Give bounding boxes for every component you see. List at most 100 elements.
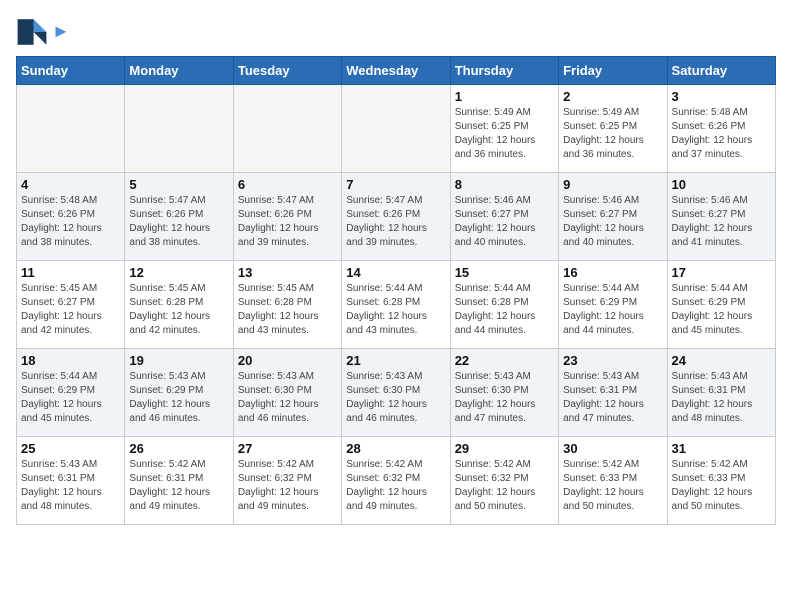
day-info: Sunrise: 5:44 AM Sunset: 6:28 PM Dayligh… bbox=[346, 282, 445, 338]
day-number: 10 bbox=[672, 177, 771, 192]
day-number: 2 bbox=[563, 89, 662, 104]
calendar-cell: 30 Sunrise: 5:42 AM Sunset: 6:33 PM Dayli… bbox=[559, 437, 667, 525]
day-info: Sunrise: 5:46 AM Sunset: 6:27 PM Dayligh… bbox=[563, 194, 662, 250]
day-number: 6 bbox=[238, 177, 337, 192]
logo-symbol: ► bbox=[52, 21, 70, 41]
day-info: Sunrise: 5:44 AM Sunset: 6:29 PM Dayligh… bbox=[563, 282, 662, 338]
day-number: 18 bbox=[21, 353, 120, 368]
calendar-cell: 28 Sunrise: 5:42 AM Sunset: 6:32 PM Dayli… bbox=[342, 437, 450, 525]
calendar-cell: 22 Sunrise: 5:43 AM Sunset: 6:30 PM Dayli… bbox=[450, 349, 558, 437]
day-number: 13 bbox=[238, 265, 337, 280]
calendar-cell: 18 Sunrise: 5:44 AM Sunset: 6:29 PM Dayli… bbox=[17, 349, 125, 437]
day-number: 17 bbox=[672, 265, 771, 280]
day-number: 30 bbox=[563, 441, 662, 456]
day-number: 23 bbox=[563, 353, 662, 368]
day-number: 12 bbox=[129, 265, 228, 280]
calendar-cell: 2 Sunrise: 5:49 AM Sunset: 6:25 PM Daylig… bbox=[559, 85, 667, 173]
day-number: 24 bbox=[672, 353, 771, 368]
calendar-cell: 21Sunrise: 5:43 AM Sunset: 6:30 PM Dayli… bbox=[342, 349, 450, 437]
day-info: Sunrise: 5:43 AM Sunset: 6:30 PM Dayligh… bbox=[455, 370, 554, 426]
day-info: Sunrise: 5:42 AM Sunset: 6:32 PM Dayligh… bbox=[238, 458, 337, 514]
calendar-cell: 19Sunrise: 5:43 AM Sunset: 6:29 PM Dayli… bbox=[125, 349, 233, 437]
day-number: 15 bbox=[455, 265, 554, 280]
day-info: Sunrise: 5:46 AM Sunset: 6:27 PM Dayligh… bbox=[672, 194, 771, 250]
day-number: 27 bbox=[238, 441, 337, 456]
day-info: Sunrise: 5:44 AM Sunset: 6:28 PM Dayligh… bbox=[455, 282, 554, 338]
calendar-cell: 16 Sunrise: 5:44 AM Sunset: 6:29 PM Dayli… bbox=[559, 261, 667, 349]
day-info: Sunrise: 5:42 AM Sunset: 6:32 PM Dayligh… bbox=[455, 458, 554, 514]
day-number: 8 bbox=[455, 177, 554, 192]
day-number: 3 bbox=[672, 89, 771, 104]
weekday-header-wednesday: Wednesday bbox=[342, 57, 450, 85]
day-info: Sunrise: 5:49 AM Sunset: 6:25 PM Dayligh… bbox=[455, 106, 554, 162]
logo-icon bbox=[16, 16, 48, 48]
calendar-cell: 11 Sunrise: 5:45 AM Sunset: 6:27 PM Dayli… bbox=[17, 261, 125, 349]
day-number: 20 bbox=[238, 353, 337, 368]
calendar-cell: 10 Sunrise: 5:46 AM Sunset: 6:27 PM Dayli… bbox=[667, 173, 775, 261]
day-number: 25 bbox=[21, 441, 120, 456]
day-info: Sunrise: 5:47 AM Sunset: 6:26 PM Dayligh… bbox=[346, 194, 445, 250]
calendar-week-row: 1 Sunrise: 5:49 AM Sunset: 6:25 PM Daylig… bbox=[17, 85, 776, 173]
day-number: 1 bbox=[455, 89, 554, 104]
day-number: 7 bbox=[346, 177, 445, 192]
calendar-cell: 14 Sunrise: 5:44 AM Sunset: 6:28 PM Dayli… bbox=[342, 261, 450, 349]
calendar-cell: 27 Sunrise: 5:42 AM Sunset: 6:32 PM Dayli… bbox=[233, 437, 341, 525]
calendar-week-row: 4Sunrise: 5:48 AM Sunset: 6:26 PM Daylig… bbox=[17, 173, 776, 261]
calendar-cell: 26Sunrise: 5:42 AM Sunset: 6:31 PM Dayli… bbox=[125, 437, 233, 525]
day-info: Sunrise: 5:42 AM Sunset: 6:33 PM Dayligh… bbox=[672, 458, 771, 514]
day-number: 4 bbox=[21, 177, 120, 192]
day-number: 16 bbox=[563, 265, 662, 280]
day-info: Sunrise: 5:44 AM Sunset: 6:29 PM Dayligh… bbox=[672, 282, 771, 338]
day-info: Sunrise: 5:45 AM Sunset: 6:28 PM Dayligh… bbox=[129, 282, 228, 338]
day-number: 26 bbox=[129, 441, 228, 456]
weekday-header-thursday: Thursday bbox=[450, 57, 558, 85]
calendar-cell: 7 Sunrise: 5:47 AM Sunset: 6:26 PM Daylig… bbox=[342, 173, 450, 261]
day-info: Sunrise: 5:43 AM Sunset: 6:31 PM Dayligh… bbox=[21, 458, 120, 514]
calendar-week-row: 18 Sunrise: 5:44 AM Sunset: 6:29 PM Dayli… bbox=[17, 349, 776, 437]
calendar-cell: 1 Sunrise: 5:49 AM Sunset: 6:25 PM Daylig… bbox=[450, 85, 558, 173]
calendar-cell bbox=[342, 85, 450, 173]
day-info: Sunrise: 5:46 AM Sunset: 6:27 PM Dayligh… bbox=[455, 194, 554, 250]
day-info: Sunrise: 5:45 AM Sunset: 6:27 PM Dayligh… bbox=[21, 282, 120, 338]
day-info: Sunrise: 5:47 AM Sunset: 6:26 PM Dayligh… bbox=[129, 194, 228, 250]
calendar-cell: 4Sunrise: 5:48 AM Sunset: 6:26 PM Daylig… bbox=[17, 173, 125, 261]
calendar-cell: 9 Sunrise: 5:46 AM Sunset: 6:27 PM Daylig… bbox=[559, 173, 667, 261]
day-info: Sunrise: 5:44 AM Sunset: 6:29 PM Dayligh… bbox=[21, 370, 120, 426]
calendar-cell: 23 Sunrise: 5:43 AM Sunset: 6:31 PM Dayli… bbox=[559, 349, 667, 437]
day-number: 9 bbox=[563, 177, 662, 192]
day-number: 11 bbox=[21, 265, 120, 280]
calendar-cell: 12 Sunrise: 5:45 AM Sunset: 6:28 PM Dayli… bbox=[125, 261, 233, 349]
weekday-header-tuesday: Tuesday bbox=[233, 57, 341, 85]
calendar-cell bbox=[233, 85, 341, 173]
weekday-header-sunday: Sunday bbox=[17, 57, 125, 85]
calendar-cell: 31 Sunrise: 5:42 AM Sunset: 6:33 PM Dayli… bbox=[667, 437, 775, 525]
day-info: Sunrise: 5:43 AM Sunset: 6:30 PM Dayligh… bbox=[346, 370, 445, 426]
day-info: Sunrise: 5:43 AM Sunset: 6:31 PM Dayligh… bbox=[672, 370, 771, 426]
calendar-cell bbox=[17, 85, 125, 173]
day-number: 31 bbox=[672, 441, 771, 456]
weekday-header-friday: Friday bbox=[559, 57, 667, 85]
day-number: 29 bbox=[455, 441, 554, 456]
calendar-cell: 5Sunrise: 5:47 AM Sunset: 6:26 PM Daylig… bbox=[125, 173, 233, 261]
day-info: Sunrise: 5:48 AM Sunset: 6:26 PM Dayligh… bbox=[672, 106, 771, 162]
day-number: 14 bbox=[346, 265, 445, 280]
calendar-cell: 20 Sunrise: 5:43 AM Sunset: 6:30 PM Dayli… bbox=[233, 349, 341, 437]
day-number: 22 bbox=[455, 353, 554, 368]
day-info: Sunrise: 5:47 AM Sunset: 6:26 PM Dayligh… bbox=[238, 194, 337, 250]
calendar-cell bbox=[125, 85, 233, 173]
day-info: Sunrise: 5:49 AM Sunset: 6:25 PM Dayligh… bbox=[563, 106, 662, 162]
calendar-cell: 17 Sunrise: 5:44 AM Sunset: 6:29 PM Dayli… bbox=[667, 261, 775, 349]
calendar-week-row: 25 Sunrise: 5:43 AM Sunset: 6:31 PM Dayli… bbox=[17, 437, 776, 525]
calendar-table: SundayMondayTuesdayWednesdayThursdayFrid… bbox=[16, 56, 776, 525]
day-info: Sunrise: 5:43 AM Sunset: 6:31 PM Dayligh… bbox=[563, 370, 662, 426]
day-info: Sunrise: 5:43 AM Sunset: 6:30 PM Dayligh… bbox=[238, 370, 337, 426]
day-number: 28 bbox=[346, 441, 445, 456]
weekday-header-monday: Monday bbox=[125, 57, 233, 85]
day-info: Sunrise: 5:42 AM Sunset: 6:32 PM Dayligh… bbox=[346, 458, 445, 514]
day-info: Sunrise: 5:42 AM Sunset: 6:33 PM Dayligh… bbox=[563, 458, 662, 514]
calendar-cell: 15 Sunrise: 5:44 AM Sunset: 6:28 PM Dayli… bbox=[450, 261, 558, 349]
calendar-cell: 24 Sunrise: 5:43 AM Sunset: 6:31 PM Dayli… bbox=[667, 349, 775, 437]
day-info: Sunrise: 5:45 AM Sunset: 6:28 PM Dayligh… bbox=[238, 282, 337, 338]
calendar-cell: 3 Sunrise: 5:48 AM Sunset: 6:26 PM Daylig… bbox=[667, 85, 775, 173]
calendar-header-row: SundayMondayTuesdayWednesdayThursdayFrid… bbox=[17, 57, 776, 85]
